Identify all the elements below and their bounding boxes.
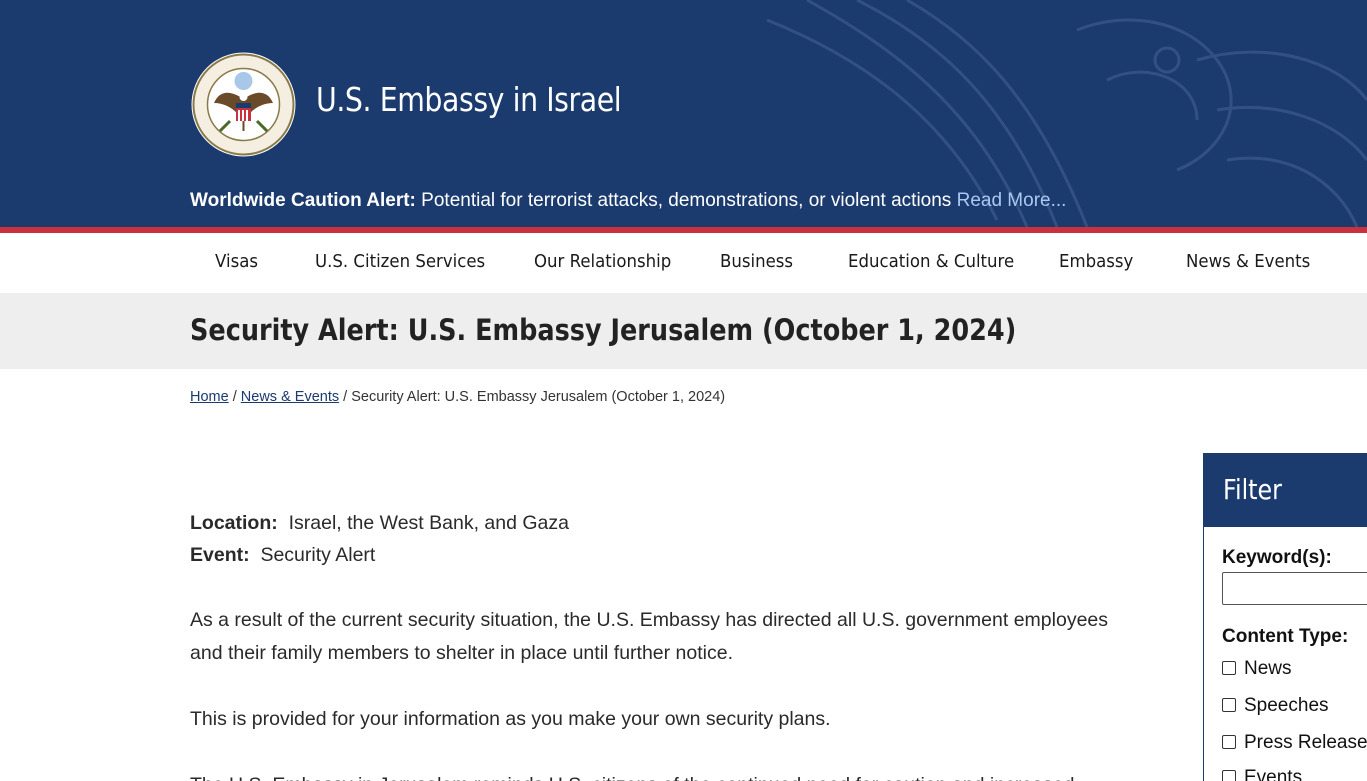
department-of-state-seal-icon — [191, 52, 296, 157]
nav-item-news-events[interactable]: News & Events — [1186, 251, 1310, 272]
alert-label: Worldwide Caution Alert: — [190, 190, 416, 211]
option-label: News — [1244, 658, 1292, 679]
keyword-label: Keyword(s): — [1222, 547, 1332, 568]
article-paragraph: This is provided for your information as… — [190, 708, 831, 730]
location-value: Israel, the West Bank, and Gaza — [288, 512, 569, 534]
content-type-option-news[interactable]: News — [1222, 658, 1292, 680]
keyword-input[interactable] — [1222, 572, 1367, 605]
content-type-option-press-releases[interactable]: Press Releases — [1222, 732, 1367, 754]
worldwide-caution-alert: Worldwide Caution Alert: Potential for t… — [190, 190, 1066, 212]
content-type-option-events[interactable]: Events — [1222, 767, 1302, 781]
site-title[interactable]: U.S. Embassy in Israel — [316, 80, 622, 119]
page-title: Security Alert: U.S. Embassy Jerusalem (… — [190, 313, 1017, 347]
nav-item-visas[interactable]: Visas — [215, 251, 258, 272]
option-label: Press Releases — [1244, 732, 1367, 753]
event-value: Security Alert — [260, 544, 376, 566]
content-type-label: Content Type: — [1222, 626, 1349, 647]
breadcrumb-news-events-link[interactable]: News & Events — [241, 389, 339, 405]
nav-item-our-relationship[interactable]: Our Relationship — [534, 251, 671, 272]
filter-header: Filter — [1204, 454, 1367, 527]
filter-title: Filter — [1223, 473, 1282, 506]
site-header: U.S. Embassy in Israel Worldwide Caution… — [0, 0, 1367, 227]
checkbox[interactable] — [1222, 735, 1236, 749]
nav-item-business[interactable]: Business — [720, 251, 793, 272]
location-label: Location: — [190, 512, 278, 534]
breadcrumb-home-link[interactable]: Home — [190, 389, 229, 405]
event-label: Event: — [190, 544, 250, 566]
checkbox[interactable] — [1222, 770, 1236, 781]
checkbox[interactable] — [1222, 661, 1236, 675]
alert-text: Potential for terrorist attacks, demonst… — [421, 190, 952, 211]
event-line: Event: Security Alert — [190, 539, 1140, 571]
breadcrumb-separator: / — [232, 389, 237, 405]
location-line: Location: Israel, the West Bank, and Gaz… — [190, 507, 1140, 539]
breadcrumb-current: Security Alert: U.S. Embassy Jerusalem (… — [351, 389, 726, 405]
nav-item-us-citizen-services[interactable]: U.S. Citizen Services — [315, 251, 485, 272]
option-label: Events — [1244, 767, 1303, 781]
page-title-band: Security Alert: U.S. Embassy Jerusalem (… — [0, 293, 1367, 369]
nav-item-embassy[interactable]: Embassy — [1059, 251, 1133, 272]
breadcrumb: Home / News & Events / Security Alert: U… — [190, 389, 725, 405]
nav-item-education-culture[interactable]: Education & Culture — [848, 251, 1014, 272]
article-body: Location: Israel, the West Bank, and Gaz… — [190, 507, 1140, 781]
alert-read-more-link[interactable]: Read More... — [957, 190, 1067, 211]
article-paragraph: The U.S. Embassy in Jerusalem reminds U.… — [190, 769, 1140, 781]
checkbox[interactable] — [1222, 698, 1236, 712]
main-navigation: Visas U.S. Citizen Services Our Relation… — [0, 233, 1367, 293]
filter-panel: Filter Keyword(s): Content Type: News Sp… — [1203, 453, 1367, 781]
option-label: Speeches — [1244, 695, 1329, 716]
breadcrumb-separator: / — [343, 389, 348, 405]
article-paragraph: As a result of the current security situ… — [190, 609, 1109, 664]
content-type-option-speeches[interactable]: Speeches — [1222, 695, 1329, 717]
